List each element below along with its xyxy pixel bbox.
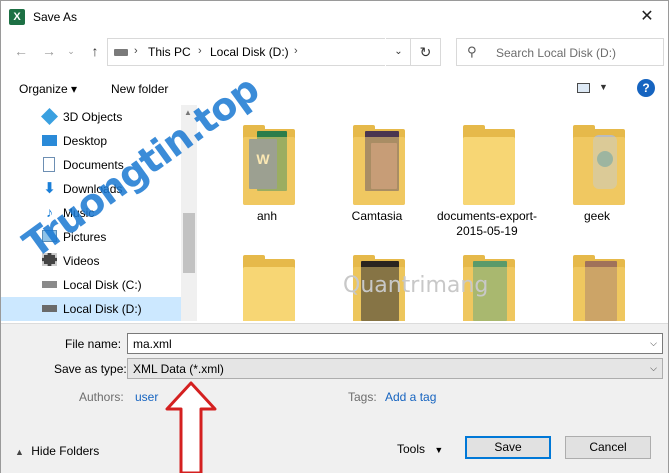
hide-folders-label: Hide Folders bbox=[31, 444, 100, 458]
folder-icon bbox=[573, 255, 625, 321]
save-type-label: Save as type: bbox=[54, 362, 127, 376]
chevron-down-icon[interactable]: ⌵ bbox=[650, 363, 657, 374]
nav-item-label: Desktop bbox=[63, 134, 108, 148]
desktop-icon bbox=[42, 135, 57, 146]
search-input[interactable]: Search Local Disk (D:) bbox=[496, 46, 616, 60]
search-box[interactable]: ⚲ Search Local Disk (D:) bbox=[456, 38, 664, 66]
nav-item-local-disk-c[interactable]: Local Disk (C:) bbox=[1, 273, 181, 297]
chevron-up-icon: ▲ bbox=[15, 447, 24, 457]
drive-icon bbox=[114, 49, 128, 56]
authors-label: Authors: bbox=[79, 390, 124, 404]
authors-link[interactable]: user bbox=[135, 390, 158, 404]
refresh-icon[interactable]: ↻ bbox=[411, 38, 441, 66]
file-name-label: anh bbox=[256, 209, 278, 223]
folder-icon bbox=[463, 125, 515, 205]
save-type-value: XML Data (*.xml) bbox=[133, 362, 224, 376]
file-name-label: Camtasia bbox=[351, 209, 403, 223]
save-button[interactable]: Save bbox=[465, 436, 551, 459]
nav-scroll-thumb[interactable] bbox=[183, 213, 195, 273]
close-button[interactable]: ✕ bbox=[636, 6, 658, 28]
cube-icon bbox=[41, 108, 58, 125]
save-as-dialog: X Save As ✕ ← → ⌄ ↑ › This PC › Local Di… bbox=[0, 0, 669, 473]
tools-button[interactable]: Tools ▼ bbox=[397, 442, 443, 456]
forward-arrow-icon[interactable]: → bbox=[41, 42, 57, 60]
folder-item[interactable] bbox=[543, 235, 651, 321]
drive-icon bbox=[42, 281, 57, 288]
chevron-down-icon[interactable]: ⌵ bbox=[650, 338, 657, 349]
nav-item-videos[interactable]: Videos bbox=[1, 249, 181, 273]
window-title: Save As bbox=[33, 10, 78, 24]
view-dropdown-icon[interactable]: ▼ bbox=[599, 82, 608, 92]
nav-item-label: Videos bbox=[63, 254, 100, 268]
folder-item[interactable]: Camtasia bbox=[323, 105, 431, 225]
back-arrow-icon[interactable]: ← bbox=[13, 42, 29, 60]
folder-icon bbox=[573, 125, 625, 205]
save-type-select[interactable]: XML Data (*.xml) ⌵ bbox=[127, 358, 663, 379]
organize-button[interactable]: Organize ▾ bbox=[19, 82, 77, 96]
command-bar: Organize ▾ New folder ▼ ? bbox=[1, 73, 668, 105]
folder-icon bbox=[243, 255, 295, 321]
drive-icon bbox=[42, 305, 57, 312]
up-arrow-icon[interactable]: ↑ bbox=[87, 42, 103, 60]
file-name-label: File name: bbox=[65, 337, 122, 351]
file-name-value: ma.xml bbox=[133, 337, 172, 351]
folder-item[interactable]: documents-export-2015-05-19 bbox=[433, 105, 541, 238]
help-icon[interactable]: ? bbox=[637, 79, 655, 97]
breadcrumb-this-pc[interactable]: This PC bbox=[148, 45, 191, 59]
folder-item[interactable] bbox=[213, 235, 321, 321]
title-bar: X Save As ✕ bbox=[1, 1, 668, 33]
cancel-button[interactable]: Cancel bbox=[565, 436, 651, 459]
search-icon: ⚲ bbox=[467, 44, 477, 59]
download-icon: ⬇ bbox=[43, 180, 56, 197]
watermark-text: Quantrimang bbox=[343, 273, 489, 298]
tags-label: Tags: bbox=[348, 390, 377, 404]
tools-label: Tools bbox=[397, 442, 426, 456]
new-folder-button[interactable]: New folder bbox=[111, 82, 168, 96]
chevron-right-icon[interactable]: › bbox=[198, 45, 202, 57]
address-dropdown-icon[interactable]: ⌄ bbox=[385, 38, 411, 66]
address-bar[interactable]: › This PC › Local Disk (D:) › bbox=[107, 38, 411, 66]
save-form: File name: ma.xml ⌵ Save as type: XML Da… bbox=[1, 323, 668, 473]
nav-item-label: Local Disk (C:) bbox=[63, 278, 142, 292]
add-tag-link[interactable]: Add a tag bbox=[385, 390, 436, 404]
view-mode-icon[interactable] bbox=[577, 83, 590, 93]
file-name-label: geek bbox=[583, 209, 611, 223]
hide-folders-button[interactable]: ▲ Hide Folders bbox=[15, 444, 99, 458]
nav-item-label: Local Disk (D:) bbox=[63, 302, 142, 316]
folder-item[interactable]: geek bbox=[543, 105, 651, 225]
address-row: ← → ⌄ ↑ › This PC › Local Disk (D:) › ⌄ … bbox=[1, 33, 668, 71]
documents-icon bbox=[43, 157, 55, 172]
chevron-right-icon[interactable]: › bbox=[294, 45, 298, 57]
folder-icon: W bbox=[243, 125, 295, 205]
annotation-arrow-icon bbox=[165, 381, 217, 473]
excel-icon: X bbox=[9, 9, 25, 25]
nav-item-label: 3D Objects bbox=[63, 110, 123, 124]
dropdown-arrow-icon: ▼ bbox=[434, 445, 444, 455]
chevron-right-icon[interactable]: › bbox=[134, 45, 138, 57]
nav-item-3d-objects[interactable]: 3D Objects bbox=[1, 105, 181, 129]
file-name-input[interactable]: ma.xml ⌵ bbox=[127, 333, 663, 354]
folder-icon bbox=[353, 125, 405, 205]
nav-item-local-disk-d[interactable]: Local Disk (D:) bbox=[1, 297, 181, 321]
breadcrumb-local-disk-d[interactable]: Local Disk (D:) bbox=[210, 45, 289, 59]
recent-locations-chevron-icon[interactable]: ⌄ bbox=[63, 42, 79, 60]
